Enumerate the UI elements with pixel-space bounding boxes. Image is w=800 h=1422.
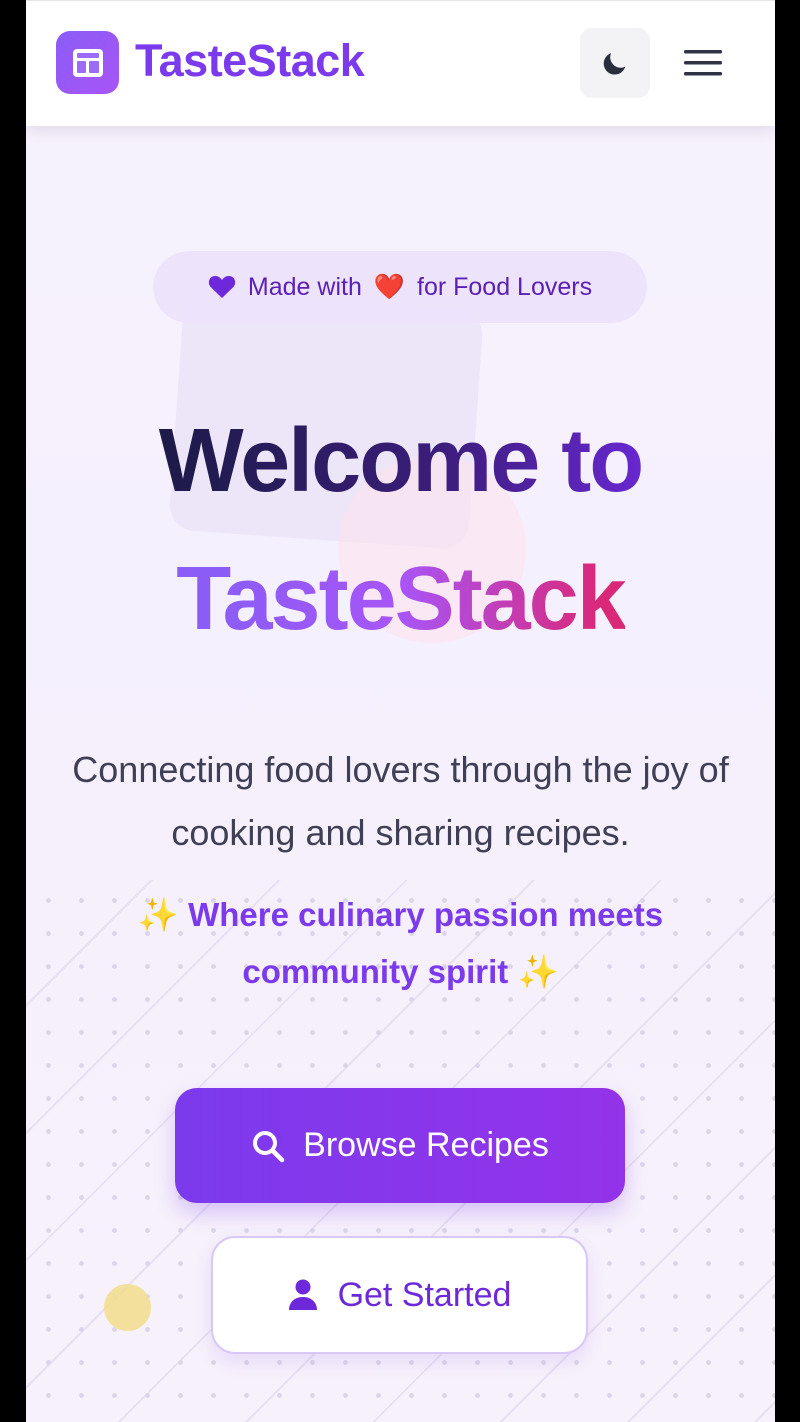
decorative-dot: [104, 1284, 151, 1331]
browse-recipes-label: Browse Recipes: [303, 1126, 549, 1164]
get-started-label: Get Started: [337, 1275, 512, 1314]
badge-emoji: ❤️: [373, 272, 405, 301]
hero-title-line2: TasteStack: [26, 548, 775, 651]
theme-toggle-button[interactable]: [580, 28, 650, 98]
logo[interactable]: [56, 31, 119, 94]
hero-brand-text: TasteStack: [176, 549, 627, 649]
hamburger-icon: [684, 50, 722, 76]
badge-suffix: for Food Lovers: [417, 272, 593, 301]
made-with-love-badge: Made with ❤️ for Food Lovers: [153, 251, 647, 323]
moon-icon: [603, 53, 626, 75]
get-started-button[interactable]: Get Started: [211, 1236, 588, 1354]
brand-name[interactable]: TasteStack: [135, 35, 365, 87]
top-navbar: TasteStack: [26, 0, 775, 126]
heart-icon: [208, 276, 236, 298]
search-icon: [253, 1130, 285, 1162]
badge-prefix: Made with: [247, 272, 362, 301]
hero-title-line1: Welcome to: [26, 410, 775, 513]
hero-tagline: ✨ Where culinary passion meets community…: [137, 896, 664, 990]
browse-recipes-button[interactable]: Browse Recipes: [175, 1088, 625, 1203]
app-frame: TasteStack Made with ❤️ for Food Lovers …: [26, 0, 775, 1422]
hero-subtitle: Connecting food lovers through the joy o…: [72, 749, 729, 853]
menu-button[interactable]: [678, 39, 728, 87]
layout-icon: [72, 48, 103, 77]
user-icon: [288, 1279, 317, 1310]
